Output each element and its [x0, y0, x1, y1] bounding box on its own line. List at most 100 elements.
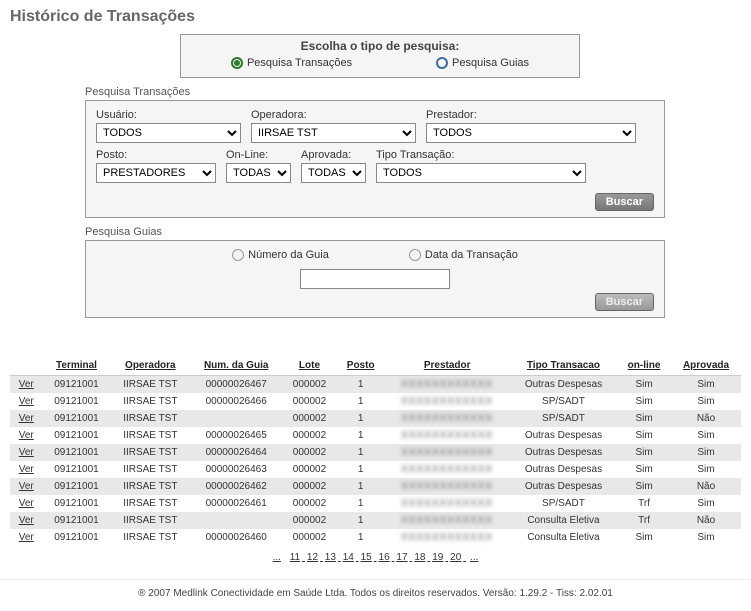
cell-prestador: XXXXXXXXXXXX — [385, 444, 510, 461]
ver-link[interactable]: Ver — [19, 379, 34, 390]
cell-terminal: 09121001 — [43, 461, 111, 478]
cell-online: Trf — [617, 495, 671, 512]
cell-prestador: XXXXXXXXXXXX — [385, 410, 510, 427]
cell-online: Sim — [617, 393, 671, 410]
col-online[interactable]: on-line — [617, 356, 671, 376]
cell-tipo: SP/SADT — [510, 410, 617, 427]
online-select[interactable]: TODAS — [226, 163, 291, 183]
prestador-select[interactable]: TODOS — [426, 123, 636, 143]
ver-link[interactable]: Ver — [19, 413, 34, 424]
cell-aprovada: Sim — [671, 393, 741, 410]
cell-tipo: Outras Despesas — [510, 461, 617, 478]
pager-prev[interactable]: ... — [273, 552, 281, 563]
cell-lote: 000002 — [282, 478, 337, 495]
cell-tipo: Outras Despesas — [510, 427, 617, 444]
radio-unselected-icon — [436, 57, 448, 69]
cell-lote: 000002 — [282, 461, 337, 478]
cell-tipo: Outras Despesas — [510, 376, 617, 394]
guia-search-input[interactable] — [300, 269, 450, 289]
cell-posto: 1 — [337, 444, 385, 461]
radio-pesquisa-transacoes[interactable]: Pesquisa Transações — [231, 57, 352, 69]
cell-posto: 1 — [337, 478, 385, 495]
pager-page[interactable]: 17 — [396, 552, 407, 563]
cell-online: Sim — [617, 410, 671, 427]
pager-next[interactable]: ... — [470, 552, 478, 563]
ver-link[interactable]: Ver — [19, 515, 34, 526]
cell-aprovada: Sim — [671, 376, 741, 394]
cell-operadora: IIRSAE TST — [110, 393, 190, 410]
pager-page[interactable]: 14 — [343, 552, 354, 563]
ver-link[interactable]: Ver — [19, 532, 34, 543]
ver-link[interactable]: Ver — [19, 447, 34, 458]
cell-lote: 000002 — [282, 393, 337, 410]
cell-lote: 000002 — [282, 512, 337, 529]
table-row: Ver09121001IIRSAE TST000000264610000021X… — [10, 495, 741, 512]
pager-page[interactable]: 11 — [290, 552, 300, 563]
radio-pesquisa-guias[interactable]: Pesquisa Guias — [436, 57, 529, 69]
cell-num-guia: 00000026464 — [190, 444, 282, 461]
radio-numero-guia[interactable]: Número da Guia — [232, 249, 329, 261]
table-row: Ver09121001IIRSAE TST000000264620000021X… — [10, 478, 741, 495]
pager-page[interactable]: 16 — [379, 552, 390, 563]
ver-link[interactable]: Ver — [19, 396, 34, 407]
cell-terminal: 09121001 — [43, 478, 111, 495]
tipo-transacao-label: Tipo Transação: — [376, 149, 586, 161]
col-tipo-transacao[interactable]: Tipo Transacao — [510, 356, 617, 376]
cell-operadora: IIRSAE TST — [110, 461, 190, 478]
cell-aprovada: Sim — [671, 495, 741, 512]
cell-posto: 1 — [337, 512, 385, 529]
cell-prestador: XXXXXXXXXXXX — [385, 495, 510, 512]
cell-online: Sim — [617, 376, 671, 394]
table-row: Ver09121001IIRSAE TST0000021XXXXXXXXXXXX… — [10, 410, 741, 427]
buscar-guias-button[interactable]: Buscar — [595, 293, 654, 311]
cell-lote: 000002 — [282, 376, 337, 394]
cell-posto: 1 — [337, 410, 385, 427]
pager-page[interactable]: 19 — [432, 552, 443, 563]
cell-posto: 1 — [337, 529, 385, 546]
pager-page[interactable]: 12 — [307, 552, 318, 563]
cell-aprovada: Não — [671, 478, 741, 495]
cell-terminal: 09121001 — [43, 393, 111, 410]
usuario-select[interactable]: TODOS — [96, 123, 241, 143]
col-terminal[interactable]: Terminal — [43, 356, 111, 376]
cell-num-guia: 00000026462 — [190, 478, 282, 495]
aprovada-select[interactable]: TODAS — [301, 163, 366, 183]
cell-lote: 000002 — [282, 444, 337, 461]
ver-link[interactable]: Ver — [19, 498, 34, 509]
tipo-transacao-select[interactable]: TODOS — [376, 163, 586, 183]
col-num-guia[interactable]: Num. da Guia — [190, 356, 282, 376]
col-prestador[interactable]: Prestador — [385, 356, 510, 376]
cell-num-guia: 00000026466 — [190, 393, 282, 410]
cell-posto: 1 — [337, 461, 385, 478]
cell-aprovada: Não — [671, 410, 741, 427]
col-ver — [10, 356, 43, 376]
col-posto[interactable]: Posto — [337, 356, 385, 376]
cell-aprovada: Sim — [671, 427, 741, 444]
cell-prestador: XXXXXXXXXXXX — [385, 512, 510, 529]
col-operadora[interactable]: Operadora — [110, 356, 190, 376]
cell-prestador: XXXXXXXXXXXX — [385, 461, 510, 478]
buscar-transacoes-button[interactable]: Buscar — [595, 193, 654, 211]
section-label-guias: Pesquisa Guias — [85, 226, 751, 238]
col-aprovada[interactable]: Aprovada — [671, 356, 741, 376]
cell-online: Sim — [617, 529, 671, 546]
ver-link[interactable]: Ver — [19, 430, 34, 441]
pager-page[interactable]: 13 — [325, 552, 336, 563]
cell-terminal: 09121001 — [43, 427, 111, 444]
table-row: Ver09121001IIRSAE TST000000264650000021X… — [10, 427, 741, 444]
operadora-select[interactable]: IIRSAE TST — [251, 123, 416, 143]
cell-operadora: IIRSAE TST — [110, 529, 190, 546]
ver-link[interactable]: Ver — [19, 481, 34, 492]
posto-select[interactable]: PRESTADORES — [96, 163, 216, 183]
col-lote[interactable]: Lote — [282, 356, 337, 376]
radio-data-transacao[interactable]: Data da Transação — [409, 249, 518, 261]
table-row: Ver09121001IIRSAE TST0000021XXXXXXXXXXXX… — [10, 512, 741, 529]
cell-tipo: Outras Despesas — [510, 444, 617, 461]
cell-num-guia: 00000026465 — [190, 427, 282, 444]
ver-link[interactable]: Ver — [19, 464, 34, 475]
posto-label: Posto: — [96, 149, 216, 161]
pager-page[interactable]: 15 — [361, 552, 372, 563]
pager-page[interactable]: 20 — [450, 552, 461, 563]
pager-page[interactable]: 18 — [414, 552, 425, 563]
cell-operadora: IIRSAE TST — [110, 495, 190, 512]
